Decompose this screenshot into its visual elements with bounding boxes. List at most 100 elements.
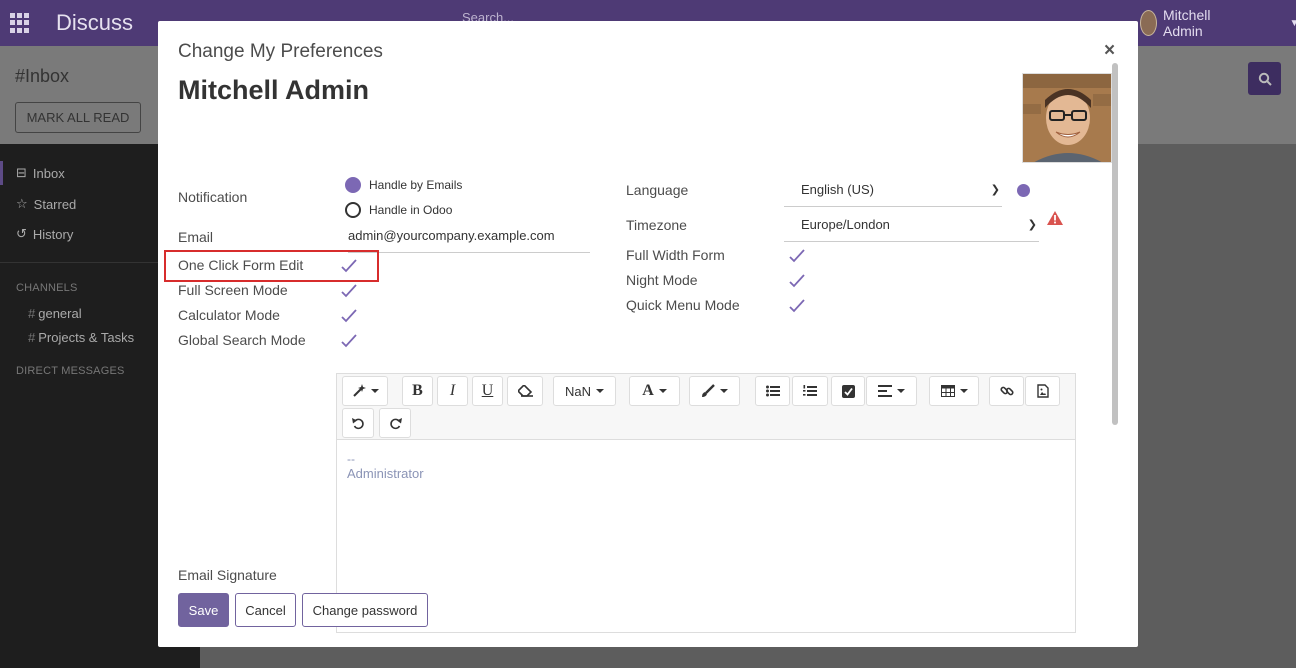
calculator-mode-label: Calculator Mode [178, 307, 280, 323]
caret-down-icon [720, 389, 728, 393]
bullet-list-button[interactable] [755, 376, 790, 406]
one-click-form-edit-checkbox[interactable] [340, 258, 358, 274]
quick-menu-mode-label: Quick Menu Mode [626, 297, 740, 313]
checklist-button[interactable] [831, 376, 865, 406]
page-title: #Inbox [15, 66, 70, 86]
undo-icon [351, 417, 364, 429]
table-icon [940, 385, 955, 397]
signature-text: Administrator [347, 466, 424, 481]
paragraph-align-button[interactable] [866, 376, 917, 406]
preferences-dialog: Change My Preferences × Mitchell Admin N… [158, 21, 1138, 647]
sidebar-item-label: Starred [33, 196, 77, 212]
full-screen-mode-label: Full Screen Mode [178, 282, 288, 298]
editor-toolbar: B I U NaN A [337, 374, 1075, 440]
caret-down-icon [959, 389, 968, 393]
user-name-heading: Mitchell Admin [178, 75, 370, 105]
radio-handle-in-odoo[interactable]: Handle in Odoo [345, 202, 452, 218]
numbered-list-icon [803, 385, 817, 396]
language-label: Language [626, 182, 689, 198]
user-menu[interactable]: Mitchell Admin ▼ [1140, 7, 1296, 39]
image-icon [1036, 384, 1049, 398]
mark-all-read-button[interactable]: MARK ALL READ [15, 102, 141, 133]
sidebar-item-label: History [32, 226, 74, 242]
quick-menu-mode-checkbox[interactable] [788, 298, 806, 314]
user-menu-name: Mitchell Admin [1163, 7, 1211, 39]
redo-icon [389, 417, 402, 429]
global-search-mode-checkbox[interactable] [340, 333, 358, 349]
eraser-icon [517, 385, 533, 397]
star-icon: ☆ [16, 196, 28, 211]
italic-button[interactable]: I [437, 376, 468, 406]
font-color-button[interactable]: A [629, 376, 680, 406]
timezone-select[interactable]: Europe/London ❯ [784, 208, 1039, 242]
numbered-list-button[interactable] [792, 376, 828, 406]
sidebar-item-inbox[interactable]: ⊟ Inbox [16, 163, 65, 183]
cancel-button[interactable]: Cancel [235, 593, 296, 627]
sidebar-active-indicator [0, 161, 3, 185]
user-avatar-image[interactable] [1022, 73, 1112, 163]
background-color-button[interactable] [689, 376, 740, 406]
email-signature-editor: B I U NaN A -- Administrator [336, 373, 1076, 633]
editor-content[interactable]: -- Administrator [347, 452, 424, 481]
link-icon [999, 386, 1014, 396]
history-icon: ↺ [16, 226, 27, 241]
full-screen-mode-checkbox[interactable] [340, 283, 358, 299]
dialog-title: Change My Preferences [178, 41, 383, 62]
caret-down-icon [658, 389, 667, 393]
night-mode-checkbox[interactable] [788, 273, 806, 289]
global-search-mode-label: Global Search Mode [178, 332, 306, 348]
full-width-form-checkbox[interactable] [788, 248, 806, 264]
inbox-icon: ⊟ [16, 165, 27, 180]
close-icon[interactable]: × [1104, 40, 1115, 62]
signature-separator: -- [347, 452, 355, 466]
redo-button[interactable] [379, 408, 411, 438]
caret-down-icon [596, 389, 604, 393]
change-password-button[interactable]: Change password [302, 593, 428, 627]
language-value: English (US) [801, 182, 874, 197]
magic-wand-button[interactable] [342, 376, 388, 406]
radio-handle-by-emails[interactable]: Handle by Emails [345, 177, 462, 193]
paintbrush-icon [702, 384, 715, 397]
calculator-mode-checkbox[interactable] [340, 308, 358, 324]
email-field[interactable]: admin@yourcompany.example.com [348, 228, 590, 253]
radio-label: Handle by Emails [369, 178, 463, 192]
language-select[interactable]: English (US) ❯ [784, 173, 1002, 207]
warning-icon[interactable] [1047, 211, 1063, 225]
caret-down-icon [370, 389, 379, 393]
apps-grid-icon[interactable] [10, 13, 30, 33]
sidebar-item-starred[interactable]: ☆ Starred [16, 194, 76, 214]
checkbox-icon [841, 384, 855, 398]
night-mode-label: Night Mode [626, 272, 698, 288]
timezone-value: Europe/London [801, 217, 890, 232]
timezone-label: Timezone [626, 217, 687, 233]
insert-image-button[interactable] [1025, 376, 1060, 406]
app-name[interactable]: Discuss [56, 10, 133, 36]
align-left-icon [878, 385, 892, 397]
search-icon [1258, 72, 1272, 86]
email-label: Email [178, 229, 214, 245]
globe-icon[interactable] [1017, 184, 1030, 197]
font-size-value: NaN [564, 383, 591, 399]
caret-down-icon[interactable]: ▼ [1289, 18, 1296, 29]
caret-down-icon [897, 389, 905, 393]
scrollbar[interactable] [1112, 63, 1118, 425]
eraser-button[interactable] [507, 376, 543, 406]
font-color-glyph: A [642, 382, 654, 399]
avatar [1140, 10, 1158, 36]
underline-button[interactable]: U [472, 376, 503, 406]
undo-button[interactable] [342, 408, 374, 438]
sidebar-item-history[interactable]: ↺ History [16, 224, 73, 244]
font-size-dropdown[interactable]: NaN [553, 376, 616, 406]
radio-label: Handle in Odoo [369, 203, 453, 217]
sidebar-channel-projects[interactable]: # Projects & Tasks [28, 330, 134, 345]
table-button[interactable] [929, 376, 979, 406]
magic-wand-icon [352, 384, 366, 397]
sidebar-channel-general[interactable]: # general [28, 306, 82, 321]
search-button[interactable] [1248, 62, 1281, 95]
email-signature-label: Email Signature [178, 567, 277, 583]
bold-button[interactable]: B [402, 376, 433, 406]
save-button[interactable]: Save [178, 593, 229, 627]
chevron-down-icon: ❯ [1027, 219, 1037, 231]
insert-link-button[interactable] [989, 376, 1024, 406]
sidebar-item-label: Inbox [32, 165, 65, 181]
